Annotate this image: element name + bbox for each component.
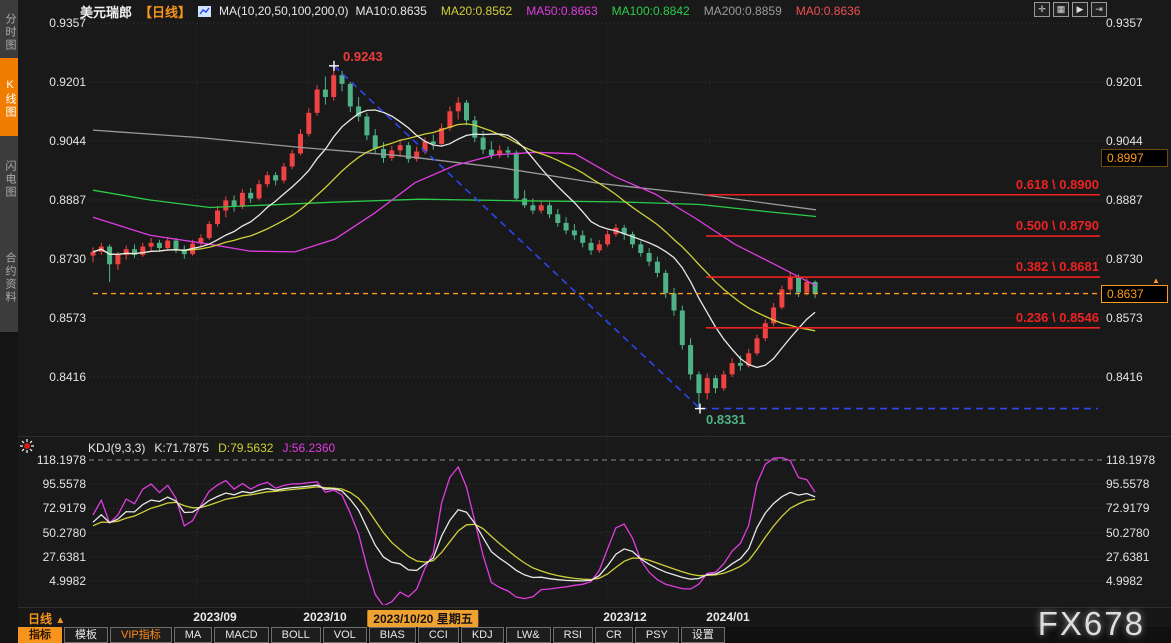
pane-separator xyxy=(18,436,1171,437)
toolbar-button-CCI[interactable]: CCI xyxy=(418,627,459,643)
price-axis-label-left: 0.9201 xyxy=(20,75,86,89)
current-price-badge: 0.8637 xyxy=(1101,285,1168,303)
symbol-name: 美元瑞郎 xyxy=(80,2,132,21)
level-price-badge: 0.8997 xyxy=(1101,149,1168,167)
kdj-axis-label-right: 95.5578 xyxy=(1106,477,1149,491)
toolbar-button-CR[interactable]: CR xyxy=(595,627,633,643)
price-axis-label-right: 0.8730 xyxy=(1106,252,1143,266)
toolbar-button-BOLL[interactable]: BOLL xyxy=(271,627,321,643)
low-price-annotation: 0.8331 xyxy=(706,412,746,427)
price-axis-label-right: 0.8573 xyxy=(1106,311,1143,325)
left-sidebar: 分时图 K线图闪电图合约资料 xyxy=(0,0,18,643)
toolbar-button-MACD[interactable]: MACD xyxy=(214,627,268,643)
ma-value-1: MA10:0.8635 xyxy=(355,4,426,18)
chart-toolbar-icons: ✛▦▶⇥ xyxy=(1034,2,1107,17)
price-axis-label-right: 0.9357 xyxy=(1106,16,1143,30)
indicator-alert-icon[interactable] xyxy=(20,439,34,458)
exit-fullscreen-icon[interactable]: ⇥ xyxy=(1091,2,1107,17)
toolbar-button-模板[interactable]: 模板 xyxy=(64,627,108,643)
price-axis-label-right: 0.8887 xyxy=(1106,193,1143,207)
panel-chart-icon[interactable]: ▦ xyxy=(1053,2,1069,17)
price-axis-label-left: 0.9044 xyxy=(20,134,86,148)
mini-chart-icon[interactable] xyxy=(198,5,212,18)
kdj-k-value: K:71.7875 xyxy=(154,441,209,455)
price-axis-label-left: 0.9357 xyxy=(20,16,86,30)
toolbar-button-KDJ[interactable]: KDJ xyxy=(461,627,504,643)
date-axis-label: 2024/01 xyxy=(706,610,749,624)
price-axis-label-right: 0.8416 xyxy=(1106,370,1143,384)
price-axis-label-right: 0.9201 xyxy=(1106,75,1143,89)
date-axis-label: 2023/12 xyxy=(603,610,646,624)
toolbar-button-BIAS[interactable]: BIAS xyxy=(369,627,416,643)
trading-app-window: 分时图 K线图闪电图合约资料 美元瑞郎 【日线】 MA(10,20,50,100,… xyxy=(0,0,1171,643)
price-axis-label-left: 0.8416 xyxy=(20,370,86,384)
fibonacci-level-label: 0.236 \ 0.8546 xyxy=(1016,310,1099,325)
chart-header: 美元瑞郎 【日线】 MA(10,20,50,100,200,0) MA10:0.… xyxy=(80,2,860,20)
fibonacci-level-label: 0.500 \ 0.8790 xyxy=(1016,218,1099,233)
kdj-d-value: D:79.5632 xyxy=(218,441,273,455)
time-axis-row: 日线 ▲ 2023/09 2023/10 2023/10/20 星期五 2023/12… xyxy=(18,607,1171,627)
toolbar-button-LW&[interactable]: LW& xyxy=(506,627,551,643)
kdj-axis-label-right: 118.1978 xyxy=(1106,453,1155,467)
toolbar-button-PSY[interactable]: PSY xyxy=(635,627,679,643)
high-price-annotation: 0.9243 xyxy=(343,49,383,64)
ma-value-2: MA20:0.8562 xyxy=(441,4,512,18)
toolbar-button-VOL[interactable]: VOL xyxy=(323,627,367,643)
watermark-logo: FX678 xyxy=(1038,605,1145,643)
price-axis-label-left: 0.8887 xyxy=(20,193,86,207)
ma-values: MA10:0.8635 MA20:0.8562 MA50:0.8663 MA100:0… xyxy=(355,4,860,18)
sidebar-tab-3[interactable]: 闪电图 xyxy=(0,138,18,216)
selected-date-label: 2023/10/20 星期五 xyxy=(367,610,478,627)
kdj-axis-label-left: 72.9179 xyxy=(20,501,86,515)
kdj-axis-label-left: 95.5578 xyxy=(20,477,86,491)
kdj-axis-label-left: 27.6381 xyxy=(20,550,86,564)
price-up-arrow-icon: ▲ xyxy=(1152,276,1160,285)
period-up-arrow-icon: ▲ xyxy=(55,615,65,626)
kdj-j-value: J:56.2360 xyxy=(282,441,335,455)
kdj-axis-label-left: 4.9982 xyxy=(20,574,86,588)
toolbar-button-设置[interactable]: 设置 xyxy=(681,627,725,643)
price-axis-label-left: 0.8730 xyxy=(20,252,86,266)
kdj-axis-label-right: 27.6381 xyxy=(1106,550,1149,564)
date-axis-label: 2023/10 xyxy=(303,610,346,624)
fibonacci-level-label: 0.382 \ 0.8681 xyxy=(1016,259,1099,274)
sidebar-tab-1[interactable]: 分时图 xyxy=(0,4,18,56)
kdj-axis-label-right: 50.2780 xyxy=(1106,526,1149,540)
toolbar-button-VIP指标[interactable]: VIP指标 xyxy=(110,627,172,643)
fibonacci-level-label: 0.618 \ 0.8900 xyxy=(1016,177,1099,192)
sidebar-tab-2[interactable]: K线图 xyxy=(0,58,18,136)
ma-value-6: MA0:0.8636 xyxy=(796,4,861,18)
toolbar-button-指标[interactable]: 指标 xyxy=(18,627,62,643)
sidebar-filler xyxy=(0,332,18,643)
period-text: 日线 xyxy=(28,612,52,626)
ma-params-label: MA(10,20,50,100,200,0) xyxy=(219,4,348,18)
chart-canvas[interactable] xyxy=(0,0,1171,643)
price-axis-label-right: 0.9044 xyxy=(1106,134,1143,148)
sidebar-tab-4[interactable]: 合约资料 xyxy=(0,222,18,330)
ma-value-3: MA50:0.8663 xyxy=(526,4,597,18)
ma-value-4: MA100:0.8842 xyxy=(612,4,690,18)
ma-value-5: MA200:0.8859 xyxy=(704,4,782,18)
toolbar-button-RSI[interactable]: RSI xyxy=(553,627,593,643)
period-selector[interactable]: 日线 ▲ xyxy=(28,610,65,627)
kdj-axis-label-right: 4.9982 xyxy=(1106,574,1143,588)
kdj-axis-label-right: 72.9179 xyxy=(1106,501,1149,515)
indicator-toolbar: 指标模板VIP指标MAMACDBOLLVOLBIASCCIKDJLW&RSICR… xyxy=(18,627,1171,643)
crosshair-icon[interactable]: ✛ xyxy=(1034,2,1050,17)
kdj-indicator-header: KDJ(9,3,3) K:71.7875 D:79.5632 J:56.2360 xyxy=(88,441,335,455)
period-tag: 【日线】 xyxy=(139,2,191,21)
price-axis-label-left: 0.8573 xyxy=(20,311,86,325)
kdj-axis-label-left: 50.2780 xyxy=(20,526,86,540)
date-axis-label: 2023/09 xyxy=(193,610,236,624)
panel-play-icon[interactable]: ▶ xyxy=(1072,2,1088,17)
toolbar-button-MA[interactable]: MA xyxy=(174,627,213,643)
kdj-title: KDJ(9,3,3) xyxy=(88,441,145,455)
